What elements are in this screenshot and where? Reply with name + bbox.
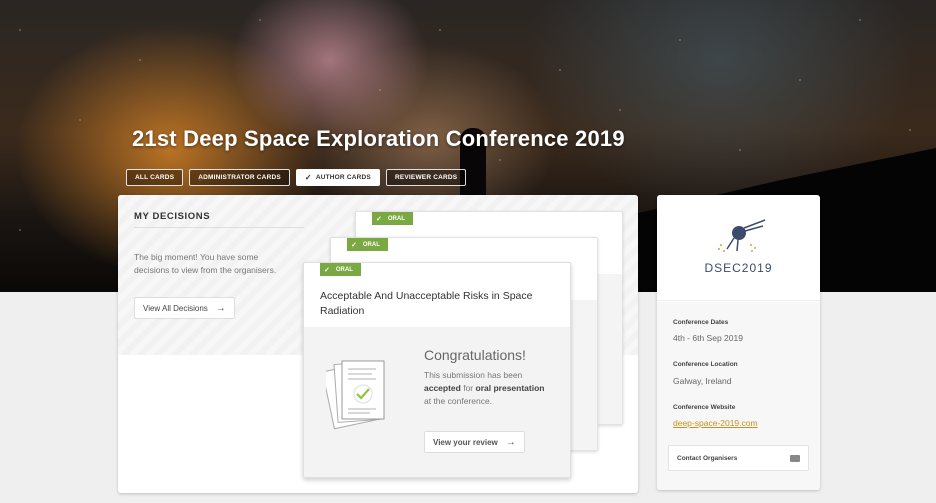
arrow-right-icon: → (215, 302, 226, 314)
oral-badge: ✓ ORAL (372, 212, 413, 225)
message-text: at the conference. (424, 395, 493, 406)
document-check-icon (326, 360, 385, 430)
button-label: View All Decisions (143, 303, 208, 313)
button-label: View your review (433, 437, 498, 447)
tab-reviewer-cards[interactable]: REVIEWER CARDS (385, 169, 467, 186)
tab-label: ALL CARDS (135, 174, 175, 181)
tab-label: ADMINISTRATOR CARDS (198, 174, 281, 181)
button-label: Contact Organisers (677, 454, 738, 462)
card-filter-tabs: ALL CARDS ADMINISTRATOR CARDS ✓ AUTHOR CA… (126, 169, 467, 186)
location-value: Galway, Ireland (673, 376, 732, 386)
decision-message: This submission has been accepted for or… (424, 369, 549, 407)
tab-label: REVIEWER CARDS (394, 174, 458, 181)
tab-author-cards[interactable]: ✓ AUTHOR CARDS (295, 169, 380, 186)
contact-organisers-button[interactable]: Contact Organisers (668, 445, 809, 471)
accepted-text: accepted (424, 382, 461, 393)
presentation-type-text: oral presentation (475, 382, 545, 393)
decision-card-front[interactable]: ✓ ORAL Acceptable And Unacceptable Risks… (303, 262, 571, 478)
tab-administrator-cards[interactable]: ADMINISTRATOR CARDS (189, 169, 290, 186)
dates-label: Conference Dates (673, 319, 729, 326)
mail-icon (790, 454, 800, 462)
tab-all-cards[interactable]: ALL CARDS (126, 169, 184, 186)
checkmark-icon: ✓ (304, 173, 312, 182)
website-label: Conference Website (673, 404, 736, 411)
decisions-heading: MY DECISIONS (134, 211, 211, 222)
page-title: 21st Deep Space Exploration Conference 2… (132, 126, 625, 151)
oral-badge: ✓ ORAL (320, 263, 361, 276)
badge-label: ORAL (387, 215, 405, 222)
decisions-intro: The big moment! You have some decisions … (134, 252, 277, 276)
view-all-decisions-button[interactable]: View All Decisions → (134, 297, 235, 319)
message-text: This submission has been (424, 370, 523, 380)
decision-body: Congratulations! This submission has bee… (304, 327, 570, 477)
congratulations-title: Congratulations! (424, 347, 526, 363)
dates-value: 4th - 6th Sep 2019 (673, 333, 743, 343)
conference-info-sidebar: DSEC2019 Conference Dates 4th - 6th Sep … (657, 195, 820, 490)
tab-label: AUTHOR CARDS (315, 174, 371, 181)
message-text: for (460, 382, 476, 393)
oral-badge: ✓ ORAL (347, 238, 388, 251)
heading-divider (134, 227, 304, 228)
website-link[interactable]: deep-space-2019.com (673, 418, 758, 428)
location-label: Conference Location (673, 361, 738, 368)
checkmark-icon: ✓ (351, 241, 357, 249)
view-review-button[interactable]: View your review → (424, 431, 525, 453)
arrow-right-icon: → (505, 436, 516, 448)
logo-text: DSEC2019 (704, 261, 773, 275)
checkmark-icon: ✓ (324, 266, 330, 274)
conference-logo: DSEC2019 (657, 195, 820, 301)
comet-satellite-icon (718, 219, 766, 252)
badge-label: ORAL (335, 266, 353, 273)
badge-label: ORAL (362, 241, 380, 248)
checkmark-icon: ✓ (376, 215, 382, 223)
submission-title: Acceptable And Unacceptable Risks in Spa… (320, 290, 533, 317)
